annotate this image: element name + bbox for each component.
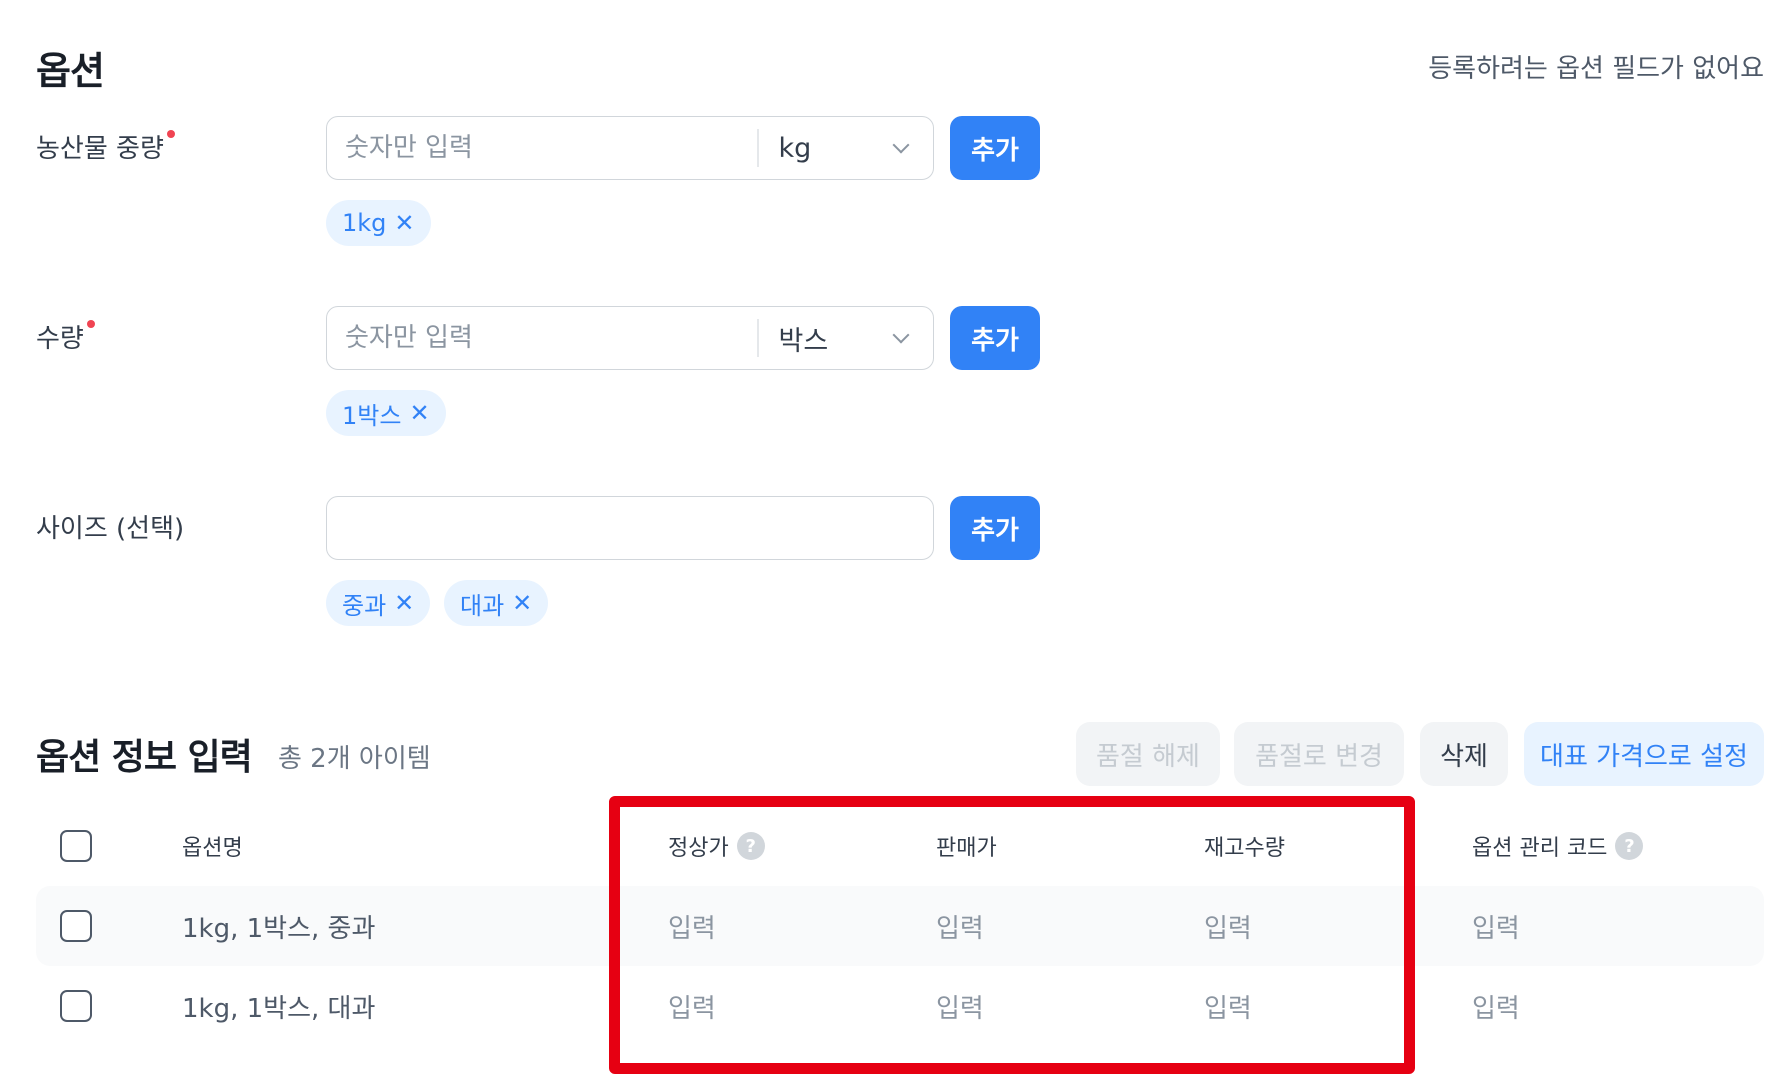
regular-price-input[interactable]: 입력 bbox=[668, 886, 716, 966]
chip-label: 1박스 bbox=[342, 401, 402, 430]
row-checkbox-cell bbox=[60, 966, 92, 1046]
quantity-unit-value: 박스 bbox=[778, 325, 829, 357]
quantity-input-group: 박스 bbox=[326, 306, 934, 370]
column-header-stock: 재고수량 bbox=[1204, 836, 1285, 861]
select-all-checkbox-cell bbox=[60, 806, 92, 886]
stock-input[interactable]: 입력 bbox=[1204, 886, 1252, 966]
field-label-quantity: 수량 bbox=[36, 318, 95, 355]
row-checkbox[interactable] bbox=[60, 990, 92, 1022]
row-checkbox-cell bbox=[60, 886, 92, 966]
size-input-group bbox=[326, 496, 934, 560]
field-label-weight: 농산물 중량 bbox=[36, 128, 175, 165]
regular-price-input[interactable]: 입력 bbox=[668, 966, 716, 1046]
no-field-note-link[interactable]: 등록하려는 옵션 필드가 없어요 bbox=[1428, 48, 1764, 85]
weight-add-button[interactable]: 추가 bbox=[950, 116, 1040, 180]
option-code-input[interactable]: 입력 bbox=[1472, 966, 1520, 1046]
size-input[interactable] bbox=[327, 497, 933, 559]
chevron-down-icon bbox=[892, 326, 910, 344]
chip-label: 중과 bbox=[342, 591, 387, 620]
chip-label: 1kg bbox=[342, 209, 387, 237]
sale-price-input[interactable]: 입력 bbox=[936, 966, 984, 1046]
sale-price-input[interactable]: 입력 bbox=[936, 886, 984, 966]
column-header-option-code: 옵션 관리 코드 ? bbox=[1472, 806, 1644, 886]
option-page: 옵션 등록하려는 옵션 필드가 없어요 농산물 중량 kg 추가 1kg ✕ 수… bbox=[0, 0, 1784, 1078]
close-icon[interactable]: ✕ bbox=[409, 399, 429, 427]
required-dot-icon bbox=[86, 320, 95, 328]
option-name-cell: 1kg, 1박스, 대과 bbox=[182, 993, 376, 1024]
table-row: 1kg, 1박스, 대과 입력 입력 입력 입력 bbox=[36, 966, 1764, 1046]
close-icon[interactable]: ✕ bbox=[512, 589, 532, 617]
option-chip: 1kg ✕ bbox=[326, 200, 431, 246]
mark-soldout-button[interactable]: 품절로 변경 bbox=[1234, 722, 1404, 786]
item-count: 총 2개 아이템 bbox=[278, 744, 431, 774]
chevron-down-icon bbox=[892, 136, 910, 154]
option-chip: 1박스 ✕ bbox=[326, 390, 446, 436]
column-header-regular-price: 정상가 ? bbox=[668, 806, 765, 886]
help-icon[interactable]: ? bbox=[1615, 832, 1644, 860]
weight-unit-value: kg bbox=[778, 132, 812, 164]
quantity-unit-select[interactable]: 박스 bbox=[759, 307, 934, 369]
delete-button[interactable]: 삭제 bbox=[1420, 722, 1508, 786]
option-chip: 중과 ✕ bbox=[326, 580, 431, 626]
required-dot-icon bbox=[166, 130, 175, 138]
help-icon[interactable]: ? bbox=[736, 832, 765, 860]
table-row: 1kg, 1박스, 중과 입력 입력 입력 입력 bbox=[36, 886, 1764, 966]
unmark-soldout-button[interactable]: 품절 해제 bbox=[1076, 722, 1220, 786]
weight-unit-select[interactable]: kg bbox=[759, 117, 934, 179]
row-checkbox[interactable] bbox=[60, 910, 92, 942]
option-code-input[interactable]: 입력 bbox=[1472, 886, 1520, 966]
weight-input-group: kg bbox=[326, 116, 934, 180]
close-icon[interactable]: ✕ bbox=[394, 589, 414, 617]
chip-label: 대과 bbox=[460, 591, 505, 620]
field-label-size: 사이즈 (선택) bbox=[36, 514, 185, 544]
option-name-cell: 1kg, 1박스, 중과 bbox=[182, 913, 376, 944]
close-icon[interactable]: ✕ bbox=[394, 209, 414, 237]
weight-input[interactable] bbox=[327, 117, 757, 179]
select-all-checkbox[interactable] bbox=[60, 830, 92, 862]
section-title: 옵션 bbox=[36, 49, 105, 93]
size-add-button[interactable]: 추가 bbox=[950, 496, 1040, 560]
stock-input[interactable]: 입력 bbox=[1204, 966, 1252, 1046]
column-header-sale-price: 판매가 bbox=[936, 836, 997, 861]
quantity-add-button[interactable]: 추가 bbox=[950, 306, 1040, 370]
option-chip: 대과 ✕ bbox=[444, 580, 549, 626]
table-header-row: 옵션명 정상가 ? 판매가 재고수량 옵션 관리 코드 ? bbox=[36, 806, 1764, 886]
column-header-option-name: 옵션명 bbox=[182, 836, 243, 861]
quantity-input[interactable] bbox=[327, 307, 757, 369]
option-info-title: 옵션 정보 입력 bbox=[36, 737, 253, 778]
set-representative-price-button[interactable]: 대표 가격으로 설정 bbox=[1524, 722, 1764, 786]
